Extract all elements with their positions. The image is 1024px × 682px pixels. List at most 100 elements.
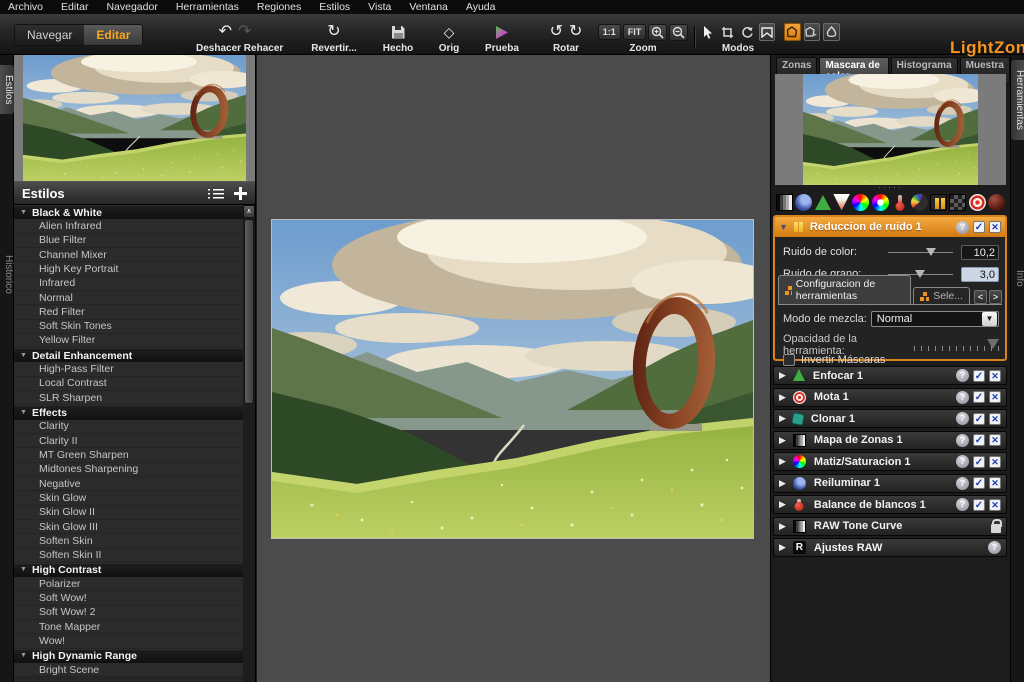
style-row[interactable]: Effects <box>14 405 255 419</box>
help-icon[interactable] <box>956 221 969 234</box>
undo-icon[interactable]: ↶ <box>219 25 232 39</box>
sharpen-icon[interactable] <box>815 195 831 210</box>
edit-tab[interactable]: Editar <box>84 25 142 45</box>
white-balance-icon[interactable] <box>891 194 908 211</box>
red-eye-icon[interactable] <box>969 194 986 211</box>
info-vertical-tab[interactable]: Info <box>1011 260 1024 297</box>
menu-item[interactable]: Regiones <box>257 1 301 13</box>
style-row[interactable]: Tone Mapper <box>14 620 255 634</box>
black-and-white-icon[interactable] <box>911 194 928 211</box>
style-row[interactable]: Soft Wow! 2 <box>14 606 255 620</box>
collapse-icon[interactable]: ▼ <box>779 222 788 232</box>
select-mode-icon[interactable] <box>700 23 717 41</box>
style-row[interactable]: Soft Skin Tones <box>14 320 255 334</box>
help-icon[interactable] <box>956 434 969 447</box>
tool-row[interactable]: RAW Tone Curve <box>773 517 1007 536</box>
style-row[interactable]: Detail Enhancement <box>14 348 255 362</box>
close-icon[interactable] <box>989 370 1001 382</box>
expand-icon[interactable] <box>779 435 786 446</box>
style-row[interactable]: High Key Portrait <box>14 262 255 276</box>
tool-row[interactable]: Clonar 1 <box>773 409 1007 428</box>
help-icon[interactable] <box>956 455 969 468</box>
expand-icon[interactable] <box>779 456 786 467</box>
rotate-right-icon[interactable]: ↻ <box>569 25 582 39</box>
expand-icon[interactable] <box>779 370 786 381</box>
rotate-left-icon[interactable]: ↺ <box>550 25 563 39</box>
tools-vertical-tab[interactable]: Herramientas <box>1011 60 1024 140</box>
style-row[interactable]: Wow! <box>14 634 255 648</box>
zoom-actual-button[interactable]: 1:1 <box>598 24 621 40</box>
close-icon[interactable] <box>989 477 1001 489</box>
style-row[interactable]: High-Pass Filter <box>14 362 255 376</box>
rotate-mode-icon[interactable] <box>739 23 756 41</box>
color-balance-icon[interactable] <box>852 194 869 211</box>
close-icon[interactable] <box>989 434 1001 446</box>
scrollbar-thumb[interactable] <box>244 219 254 404</box>
help-icon[interactable] <box>956 412 969 425</box>
hue-saturation-icon[interactable] <box>872 194 889 211</box>
help-icon[interactable] <box>988 541 1001 554</box>
close-icon[interactable] <box>989 456 1001 468</box>
zoom-in-icon[interactable] <box>648 24 667 41</box>
tool-row[interactable]: Enfocar 1 <box>773 366 1007 385</box>
tool-row[interactable]: Mapa de Zonas 1 <box>773 431 1007 450</box>
expand-icon[interactable] <box>779 499 786 510</box>
style-row[interactable]: Negative <box>14 477 255 491</box>
style-row[interactable]: Skin Glow II <box>14 506 255 520</box>
style-row[interactable]: Alien Infrared <box>14 219 255 233</box>
zoom-fit-button[interactable]: FIT <box>623 24 647 40</box>
spot-icon[interactable] <box>949 194 966 211</box>
navigate-tab[interactable]: Navegar <box>15 25 84 45</box>
enabled-checkbox[interactable] <box>973 370 985 382</box>
list-view-icon[interactable] <box>208 188 224 199</box>
tool-row[interactable]: Balance de blancos 1 <box>773 495 1007 514</box>
close-icon[interactable] <box>989 499 1001 511</box>
enabled-checkbox[interactable] <box>973 477 985 489</box>
clone-icon[interactable] <box>988 194 1005 211</box>
tool-row[interactable]: Reiluminar 1 <box>773 474 1007 493</box>
style-row[interactable]: Local Contrast <box>14 377 255 391</box>
styles-scrollbar[interactable] <box>243 205 255 682</box>
style-row[interactable]: Soft Wow! <box>14 591 255 605</box>
expand-icon[interactable] <box>779 413 786 424</box>
help-icon[interactable] <box>956 498 969 511</box>
invert-masks-checkbox[interactable] <box>783 354 795 366</box>
style-row[interactable]: Normal <box>14 291 255 305</box>
noise-reduction-icon[interactable] <box>930 194 947 211</box>
proof-icon[interactable] <box>494 25 510 40</box>
zone-mapper-icon[interactable] <box>776 194 793 211</box>
color-noise-slider[interactable] <box>888 246 953 258</box>
tool-row[interactable]: Matiz/Saturacion 1 <box>773 452 1007 471</box>
original-icon[interactable]: ◇ <box>444 25 455 39</box>
scroll-up-icon[interactable] <box>243 205 255 218</box>
grain-noise-value[interactable]: 3,0 <box>961 267 999 282</box>
zoom-out-icon[interactable] <box>669 24 688 41</box>
close-icon[interactable] <box>989 391 1001 403</box>
resize-grip-icon[interactable] <box>771 184 1010 190</box>
polygon-move-mode-icon[interactable] <box>804 23 821 41</box>
style-row[interactable]: Soften Skin <box>14 534 255 548</box>
close-icon[interactable] <box>989 221 1001 233</box>
style-row[interactable]: Yellow Filter <box>14 334 255 348</box>
style-row[interactable]: MT Green Sharpen <box>14 448 255 462</box>
polygon-mode-icon[interactable] <box>784 23 801 41</box>
menu-item[interactable]: Navegador <box>106 1 157 13</box>
menu-item[interactable]: Vista <box>368 1 391 13</box>
blend-mode-select[interactable]: Normal <box>871 311 999 327</box>
enabled-checkbox[interactable] <box>973 391 985 403</box>
redo-icon[interactable]: ↷ <box>238 25 251 39</box>
history-vertical-tab[interactable]: Historico <box>0 245 14 304</box>
style-row[interactable]: Soften Skin II <box>14 549 255 563</box>
style-row[interactable]: Polarizer <box>14 577 255 591</box>
revert-icon[interactable]: ↻ <box>327 25 340 39</box>
opacity-slider[interactable] <box>914 339 999 351</box>
blur-icon[interactable] <box>833 194 850 211</box>
help-icon[interactable] <box>956 391 969 404</box>
styles-vertical-tab[interactable]: Estilos <box>0 65 14 114</box>
help-icon[interactable] <box>956 477 969 490</box>
crop-mode-icon[interactable] <box>720 23 737 41</box>
style-row[interactable]: Blue Filter <box>14 234 255 248</box>
style-row[interactable]: Clarity II <box>14 434 255 448</box>
style-row[interactable]: Infrared <box>14 277 255 291</box>
menu-item[interactable]: Ventana <box>409 1 448 13</box>
